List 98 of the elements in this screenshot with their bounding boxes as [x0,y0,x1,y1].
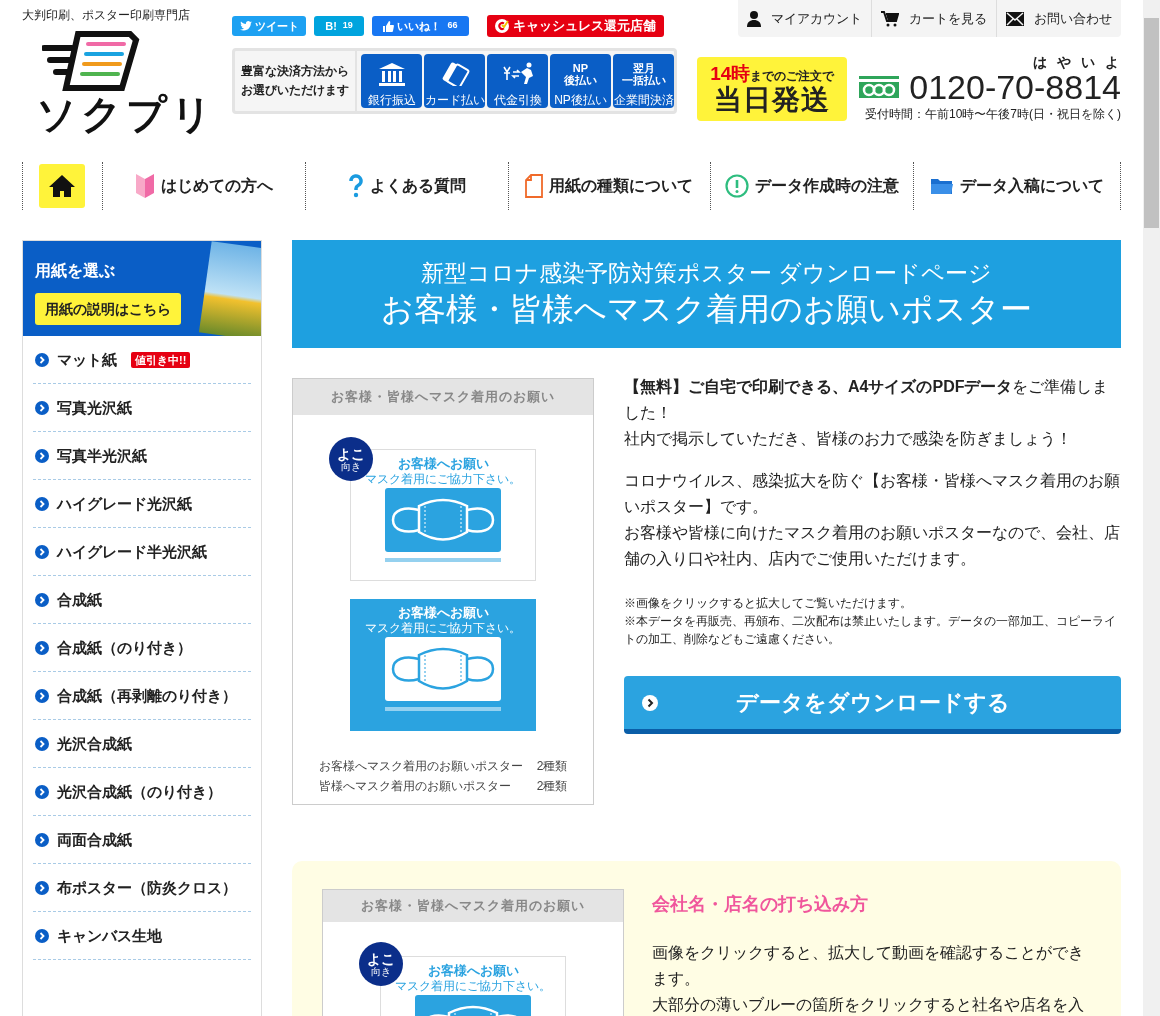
intro-paragraph: コロナウイルス、感染拡大を防ぐ【お客様・皆様へマスク着用のお願いポスター】です。 [624,471,1121,517]
chevron-circle-icon [35,640,49,655]
phone-number: 0120-70-8814 [909,69,1121,105]
user-icon [747,10,761,27]
chevron-circle-icon [35,544,49,559]
account-link[interactable]: マイアカウント [738,0,871,37]
poster-list-count: 2種類 [536,758,568,775]
payment-method-label: カード払い [424,93,485,107]
sidebar-item[interactable]: 合成紙 [33,576,251,624]
poster-title: お客様へお願い [397,605,489,621]
chevron-circle-icon [35,736,49,751]
sidebar-title: 用紙を選ぶ [35,261,116,281]
tagline: 大判印刷、ポスター印刷専門店 [22,7,191,24]
payment-lead: お選びいただけます [241,82,349,99]
chevron-circle-icon [35,352,49,367]
payment-icon-text: 一括払い [621,74,666,86]
question-mark-icon [347,174,364,198]
bird-icon [239,21,252,31]
beginner-leaf-icon [134,173,155,199]
payment-lead: 豊富な決済方法から [241,63,349,80]
logo-text: ソクプリ [36,94,217,134]
chevron-circle-icon [35,928,49,943]
chevron-circle-icon [35,688,49,703]
banner-subtitle: 新型コロナ感染予防対策ポスター ダウンロードページ [420,259,993,288]
sidebar-item[interactable]: キャンバス生地 [33,912,251,960]
cashless-logo-icon [495,19,509,33]
chevron-circle-icon [35,400,49,415]
mail-icon [1006,11,1024,26]
payment-icon-text: 翌月 [632,62,655,74]
nav-link[interactable]: 用紙の種類について [525,174,694,198]
chevron-circle-icon [35,448,49,463]
sidebar-item[interactable]: 合成紙（再剥離のり付き） [33,672,251,720]
chevron-circle-icon [35,832,49,847]
sidebar-item[interactable]: マット紙 値引き中!! [33,336,251,384]
preview-card[interactable]: お客様・皆様へマスク着用のお願い お客様へお願い マスク着用にご協力下さい。 よこ 向き [322,889,624,1016]
scrollbar[interactable] [1143,0,1160,1016]
howto-title: 会社名・店名の打ち込み方 [652,893,869,916]
payment-method-label: 銀行振込 [367,93,416,107]
chevron-circle-icon [35,592,49,607]
cart-icon [881,10,899,27]
payment-method-label: 代金引換 [493,93,542,107]
nav-link[interactable]: よくある質問 [347,174,466,198]
sidebar-item[interactable]: 光沢合成紙（のり付き） [33,768,251,816]
paper-guide-button[interactable]: 用紙の説明はこちら [35,293,181,325]
poster-list-name: お客様へマスク着用のお願いポスター [318,758,524,775]
preview-header: お客様・皆様へマスク着用のお願い [293,379,593,415]
delivery-person-icon [500,62,535,86]
sidebar-item[interactable]: ハイグレード光沢紙 [33,480,251,528]
chevron-circle-icon [35,880,49,895]
preview-header: お客様・皆様へマスク着用のお願い [323,890,623,922]
business-hours: 受付時間：午前10時〜午後7時(日・祝日を除く) [865,106,1121,123]
note-text: ※本データを再販売、再頒布、二次配布は禁止いたします。データの一部加工、コピーライトの加工、削除などもご遠慮ください。 [624,613,1117,648]
chevron-circle-icon [35,496,49,511]
intro-paragraph: 【無料】ご自宅で印刷できる、A4サイズのPDFデータをご準備しました！ [624,377,1110,423]
phone-ruby: はやいよ [1033,55,1129,69]
nav-link[interactable]: データ作成時の注意 [725,174,900,198]
howto-text: 大部分の薄いブルーの箇所をクリックすると社名や店名を入 [652,995,1085,1015]
poster-subtitle: マスク着用にご協力下さい。 [365,621,521,635]
payment-method-label: 企業間決済 [613,93,674,107]
home-icon [48,174,77,198]
discount-badge: 値引き中!! [131,351,191,368]
poster-list-count: 2種類 [536,778,568,795]
sidebar-item[interactable]: 合成紙（のり付き） [33,624,251,672]
same-day-shipping-badge: 14時までのご注文で 当日発送 [697,57,848,121]
free-dial-icon [859,76,900,98]
banner-title: お客様・皆様へマスク着用のお願いポスター [381,290,1032,329]
chevron-circle-icon [35,784,49,799]
sidebar-item[interactable]: 布ポスター（防炎クロス） [33,864,251,912]
nav-link[interactable]: データ入稿について [930,174,1105,198]
sidebar-item[interactable]: 写真半光沢紙 [33,432,251,480]
intro-paragraph: 社内で掲示していただき、皆様のお力で感染を防ぎましょう！ [624,429,1073,449]
bank-building-icon [376,62,407,86]
poster-subtitle: マスク着用にご協力下さい。 [365,472,521,486]
poster-list-name: 皆様へマスク着用のお願いポスター [318,778,512,795]
home-button[interactable] [39,164,86,208]
account-link[interactable]: カートを見る [871,0,996,37]
thumbs-up-icon [383,20,395,32]
paper-sheet-icon [525,174,544,198]
sidebar-item[interactable]: 写真光沢紙 [33,384,251,432]
exclamation-circle-icon [725,174,750,198]
poster-title: お客様へお願い [397,456,489,472]
like-button[interactable]: いいね！ 66 [372,16,469,36]
payment-icon-text: 後払い [564,74,597,86]
folder-icon [930,176,955,196]
howto-text: 画像をクリックすると、拡大して動画を確認することができます。 [652,943,1085,989]
nav-link[interactable]: はじめての方へ [134,173,273,199]
intro-paragraph: お客様や皆様に向けたマスク着用のお願いポスターなので、会社、店舗の入り口や社内、店内でご使用いただけます。 [624,523,1121,569]
sidebar-item[interactable]: 光沢合成紙 [33,720,251,768]
chevron-circle-icon [642,694,658,711]
preview-card[interactable]: お客様・皆様へマスク着用のお願い お客様へお願い マスク着用にご協力下さい。 お客様へお願い マスク着用にご協力下さい。 よこ 向き お客様へマスク着用のお願いポスター 2種類 皆様へマスク着用のお願いポスター 2種類 [292,378,594,805]
note-text: ※画像をクリックすると拡大してご覧いただけます。 [624,595,913,612]
sidebar-item[interactable]: 両面合成紙 [33,816,251,864]
payment-method-label: NP後払い [554,93,607,107]
payment-icon-text: NP [572,62,589,74]
sidebar-item[interactable]: ハイグレード半光沢紙 [33,528,251,576]
account-link[interactable]: お問い合わせ [996,0,1121,37]
poster-title: お客様へお願い [427,963,519,979]
cashless-badge: キャッシュレス還元店舗 [487,15,664,37]
